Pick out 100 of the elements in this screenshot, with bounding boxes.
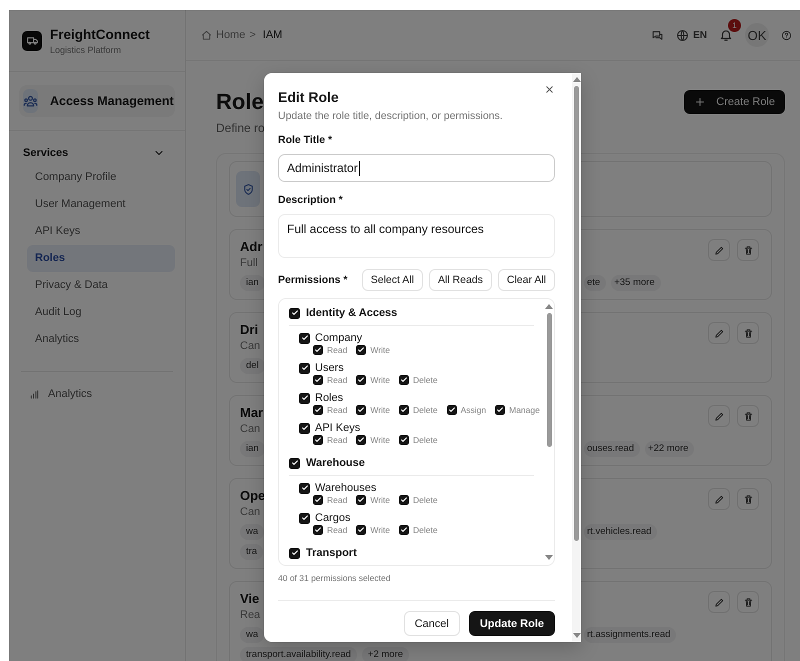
- action-label: Delete: [413, 525, 438, 535]
- breadcrumb-link[interactable]: Home: [216, 29, 246, 41]
- check-icon: [448, 406, 456, 414]
- check-icon: [357, 406, 366, 414]
- selection-button[interactable]: Select All: [362, 269, 423, 291]
- pencil-icon: [714, 328, 724, 338]
- trash-icon: [742, 328, 754, 338]
- action-label: Write: [370, 405, 390, 415]
- checkbox[interactable]: [356, 435, 366, 445]
- checkbox[interactable]: [313, 405, 323, 415]
- checkbox[interactable]: [399, 495, 410, 505]
- delete-button[interactable]: [737, 405, 759, 427]
- checkbox[interactable]: [356, 405, 366, 415]
- permission-tag: del: [240, 358, 265, 374]
- checkbox[interactable]: [299, 362, 310, 374]
- sidebar-item[interactable]: Analytics: [27, 326, 175, 353]
- shield-icon: [242, 182, 254, 196]
- dialog-title: Edit Role: [278, 89, 339, 105]
- checkbox[interactable]: [289, 548, 300, 558]
- checkbox[interactable]: [299, 332, 310, 344]
- update-button[interactable]: Update Role: [468, 611, 555, 636]
- notification-badge: 1: [728, 19, 741, 32]
- checkbox[interactable]: [313, 495, 323, 505]
- action-label: Write: [370, 495, 390, 505]
- action-label: Write: [370, 525, 390, 535]
- close-button[interactable]: [544, 84, 555, 95]
- role-description: Full: [240, 257, 259, 269]
- checkbox[interactable]: [289, 308, 300, 318]
- selection-button[interactable]: All Reads: [428, 269, 492, 291]
- plus-icon: [694, 96, 706, 108]
- check-icon: [357, 376, 366, 384]
- edit-button[interactable]: [708, 239, 730, 261]
- role-description: Can: [240, 423, 262, 435]
- checkbox[interactable]: [399, 375, 410, 385]
- checkbox[interactable]: [299, 392, 310, 404]
- check-icon: [357, 346, 366, 354]
- role-title-field[interactable]: Administrator: [278, 154, 555, 182]
- create-role-button[interactable]: Create Role: [684, 90, 785, 114]
- module-card[interactable]: Access Management: [19, 85, 175, 117]
- pencil-icon: [714, 494, 724, 504]
- checkbox[interactable]: [299, 422, 310, 434]
- sidebar-item[interactable]: Privacy & Data: [27, 272, 175, 299]
- selection-summary: 40 of 31 permissions selected: [278, 573, 392, 583]
- checkbox[interactable]: [313, 525, 323, 535]
- sidebar-item[interactable]: User Management: [27, 191, 175, 218]
- checkbox[interactable]: [446, 405, 457, 415]
- resource-label: Cargos: [315, 512, 350, 524]
- checkbox[interactable]: [356, 345, 366, 355]
- delete-button[interactable]: [737, 591, 759, 613]
- page-title: Role: [216, 89, 264, 115]
- checkbox[interactable]: [356, 525, 366, 535]
- checkbox[interactable]: [399, 435, 410, 445]
- sidebar-item[interactable]: API Keys: [27, 218, 175, 245]
- edit-button[interactable]: [708, 488, 730, 510]
- checkbox[interactable]: [299, 512, 310, 524]
- cancel-button[interactable]: Cancel: [404, 611, 460, 636]
- edit-button[interactable]: [708, 405, 730, 427]
- dialog-subtitle: Update the role title, description, or permissions.: [278, 110, 504, 122]
- action-label: Read: [327, 345, 348, 355]
- language-selector[interactable]: EN: [693, 30, 707, 40]
- pencil-icon: [714, 410, 724, 422]
- checkbox[interactable]: [313, 345, 323, 355]
- sidebar-item[interactable]: Analytics: [48, 388, 92, 400]
- delete-button[interactable]: [737, 239, 759, 261]
- checkbox[interactable]: [313, 435, 323, 445]
- checkbox[interactable]: [399, 405, 410, 415]
- edit-button[interactable]: [708, 322, 730, 344]
- checkbox[interactable]: [313, 375, 323, 385]
- permission-tag: +22 more: [645, 441, 694, 457]
- checkbox[interactable]: [495, 405, 506, 415]
- check-icon: [290, 459, 298, 467]
- resource-label: Users: [315, 362, 344, 374]
- edit-button[interactable]: [708, 591, 730, 613]
- role-title: Vie: [240, 591, 260, 606]
- checkbox[interactable]: [356, 495, 366, 505]
- checkbox[interactable]: [356, 375, 366, 385]
- selection-button[interactable]: Clear All: [498, 269, 555, 291]
- home-icon: [201, 30, 212, 40]
- action-label: Delete: [413, 495, 438, 505]
- permission-tag: rt.vehicles.read: [584, 524, 658, 540]
- section-header[interactable]: Services: [23, 147, 68, 159]
- checkbox[interactable]: [399, 525, 410, 535]
- breadcrumb-link[interactable]: IAM: [262, 29, 282, 41]
- checkbox[interactable]: [299, 482, 310, 494]
- description-field[interactable]: Full access to all company resources: [278, 214, 555, 258]
- checkbox[interactable]: [289, 458, 300, 468]
- scrollbar[interactable]: [572, 73, 581, 642]
- module-title: Access Management: [50, 94, 174, 108]
- role-title: Ope: [240, 488, 266, 503]
- field-label: Description *: [278, 194, 344, 206]
- close-icon: [544, 84, 555, 95]
- resource-label: Roles: [315, 392, 344, 404]
- breadcrumb-separator: >: [249, 29, 256, 41]
- delete-button[interactable]: [737, 488, 759, 510]
- sidebar-item[interactable]: Company Profile: [27, 164, 175, 191]
- delete-button[interactable]: [737, 322, 759, 344]
- sidebar-item[interactable]: Roles: [27, 245, 175, 272]
- sidebar-item[interactable]: Audit Log: [27, 299, 175, 326]
- action-label: Write: [370, 435, 390, 445]
- user-avatar[interactable]: OK: [745, 23, 769, 47]
